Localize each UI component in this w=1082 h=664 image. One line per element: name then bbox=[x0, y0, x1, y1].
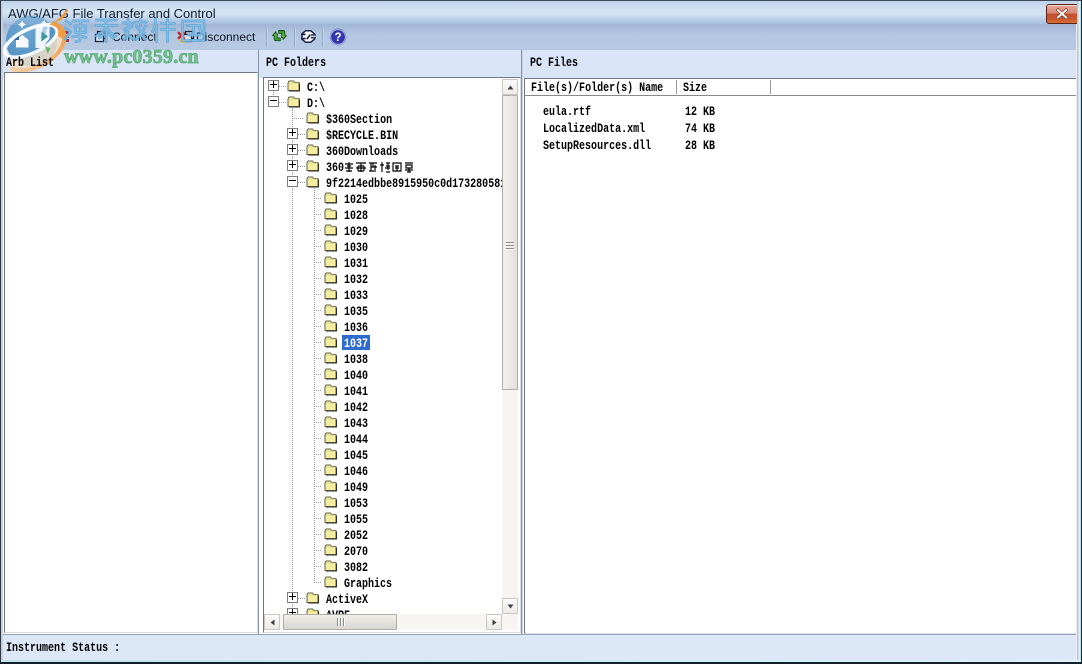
svg-text:?: ? bbox=[334, 32, 341, 44]
